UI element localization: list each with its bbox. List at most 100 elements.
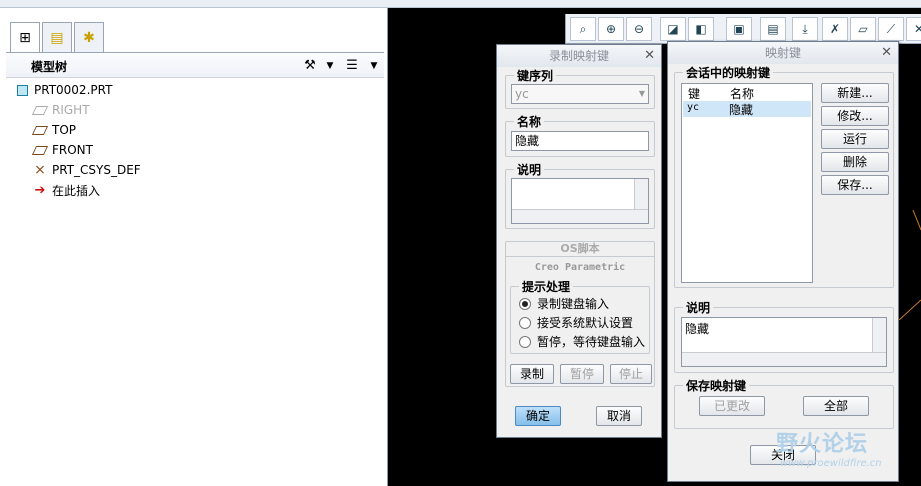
tree-item-label: 在此插入 <box>52 183 101 198</box>
name-group: 名称 隐藏 <box>505 113 655 157</box>
delete-button[interactable]: 删除 <box>821 152 889 172</box>
tree-item-front-plane[interactable]: FRONT <box>31 140 93 160</box>
dialog-title: 映射键 <box>668 42 898 64</box>
save-mapkeys-group: 保存映射键 已更改 全部 <box>674 377 894 429</box>
settings-icon[interactable]: ⚒ <box>300 56 320 76</box>
record-button[interactable]: 录制 <box>510 364 554 384</box>
new-button[interactable]: 新建... <box>821 83 889 103</box>
radio-dot <box>519 316 531 329</box>
save-mapkeys-label: 保存映射键 <box>683 377 750 394</box>
datum-display-icon[interactable]: ⤓ <box>792 17 818 41</box>
prompt-handling-group: 提示处理 录制键盘输入 接受系统默认设置 暂停，等待键盘输入 <box>510 278 650 354</box>
column-header-key[interactable]: 键 <box>688 85 700 102</box>
model-tree-icon: ⊞ <box>19 30 31 46</box>
name-input[interactable]: 隐藏 <box>511 131 649 151</box>
close-icon[interactable]: ✕ <box>644 48 655 63</box>
tree-item-part[interactable]: PRT0002.PRT <box>14 80 112 100</box>
save-changed-button[interactable]: 已更改 <box>699 396 765 416</box>
refit-icon[interactable]: ⌕ <box>570 17 596 41</box>
chevron-down-icon[interactable]: ▼ <box>364 56 384 76</box>
dialog-title: 录制映射键 <box>497 45 661 67</box>
graphics-toolbar: ⌕ ⊕ ⊖ ◪ ◧ ▣ ▤ ⤓ ✗ ▱ ⟋ ✕ <box>565 14 921 44</box>
favorites-tab[interactable]: ✱ <box>74 22 104 52</box>
tree-item-label: RIGHT <box>52 103 90 117</box>
horizontal-scrollbar[interactable] <box>682 352 886 366</box>
favorites-icon: ✱ <box>83 29 95 46</box>
folders-icon: ▤ <box>50 29 64 46</box>
radio-dot <box>519 335 531 348</box>
model-tree-header: 模型树 ⚒ ▼ ☰ ▼ <box>6 52 384 78</box>
column-header-name[interactable]: 名称 <box>730 85 754 102</box>
tree-item-label: PRT0002.PRT <box>34 83 113 97</box>
key-sequence-value: yc <box>515 87 529 101</box>
folder-browser-tab[interactable]: ▤ <box>42 22 72 52</box>
named-view-icon[interactable]: ▣ <box>726 17 752 41</box>
radio-label: 暂停，等待键盘输入 <box>537 335 646 349</box>
watermark-logo: 野火论坛 <box>776 432 869 457</box>
key-sequence-label: 键序列 <box>514 67 557 84</box>
modify-button[interactable]: 修改... <box>821 106 889 126</box>
key-sequence-group: 键序列 yc ▼ <box>505 67 655 109</box>
description-textarea[interactable]: 隐藏 <box>681 317 887 367</box>
tree-item-insert-here[interactable]: ➔ 在此插入 <box>32 180 100 200</box>
chevron-down-icon[interactable]: ▼ <box>320 56 340 76</box>
show-list-icon[interactable]: ☰ <box>342 56 362 76</box>
tree-item-label: PRT_CSYS_DEF <box>52 163 141 177</box>
watermark-url: www.proewildfire.cn <box>780 458 882 469</box>
ribbon-tab-strip <box>0 0 921 8</box>
zoom-out-icon[interactable]: ⊖ <box>626 17 652 41</box>
save-all-button[interactable]: 全部 <box>803 396 869 416</box>
horizontal-scrollbar[interactable] <box>512 209 648 223</box>
name-label: 名称 <box>514 113 545 130</box>
datum-plane-icon <box>31 123 49 137</box>
chevron-down-icon: ▼ <box>638 89 645 98</box>
model-tree-tab[interactable]: ⊞ <box>10 22 40 53</box>
mapkeys-dialog: 映射键 ✕ 会话中的映射键 键 名称 yc 隐藏 新建... 修改... 运行 … <box>667 41 899 482</box>
shading-icon[interactable]: ◧ <box>688 17 714 41</box>
record-mapkey-dialog: 录制映射键 ✕ 键序列 yc ▼ 名称 隐藏 说明 OS脚本 Creo Para… <box>496 44 662 438</box>
os-script-tab[interactable]: OS脚本 <box>506 241 654 257</box>
vertical-scrollbar[interactable] <box>872 318 886 353</box>
stop-button[interactable]: 停止 <box>610 364 652 384</box>
point-display-icon[interactable]: ✕ <box>906 17 921 41</box>
radio-pause-for-input[interactable]: 暂停，等待键盘输入 <box>519 333 645 350</box>
cancel-button[interactable]: 取消 <box>596 406 642 426</box>
key-sequence-input[interactable]: yc ▼ <box>511 84 649 104</box>
model-tree-title: 模型树 <box>31 60 68 74</box>
insert-here-arrow-icon: ➔ <box>34 182 46 198</box>
tree-item-right-plane[interactable]: RIGHT <box>31 100 90 120</box>
zoom-in-icon[interactable]: ⊕ <box>598 17 624 41</box>
save-button[interactable]: 保存... <box>821 175 889 195</box>
table-row[interactable]: yc 隐藏 <box>683 101 811 117</box>
session-mapkeys-group: 会话中的映射键 键 名称 yc 隐藏 新建... 修改... 运行 删除 保存.… <box>674 64 894 288</box>
radio-label: 录制键盘输入 <box>537 297 610 311</box>
radio-accept-defaults[interactable]: 接受系统默认设置 <box>519 314 633 331</box>
repaint-icon[interactable]: ◪ <box>660 17 686 41</box>
os-script-group: OS脚本 Creo Parametric 提示处理 录制键盘输入 接受系统默认设… <box>505 241 655 387</box>
vertical-scrollbar[interactable] <box>634 179 648 210</box>
row-name: 隐藏 <box>729 103 754 117</box>
description-group: 说明 隐藏 <box>674 299 894 373</box>
pause-button[interactable]: 暂停 <box>560 364 604 384</box>
datum-plane-icon <box>31 143 49 157</box>
csys-display-icon[interactable]: ✗ <box>822 17 848 41</box>
plane-display-icon[interactable]: ▱ <box>850 17 876 41</box>
session-mapkeys-label: 会话中的映射键 <box>683 64 774 81</box>
name-value: 隐藏 <box>515 134 540 148</box>
coordinate-system-icon: ⨯ <box>34 162 46 178</box>
creo-tab[interactable]: Creo Parametric <box>506 262 654 273</box>
datum-plane-icon <box>31 103 49 117</box>
run-button[interactable]: 运行 <box>821 129 889 149</box>
view-manager-icon[interactable]: ▤ <box>760 17 786 41</box>
close-icon[interactable]: ✕ <box>881 45 892 60</box>
axis-display-icon[interactable]: ⟋ <box>878 17 904 41</box>
radio-record-keyboard[interactable]: 录制键盘输入 <box>519 295 609 312</box>
tree-item-top-plane[interactable]: TOP <box>31 120 76 140</box>
tree-item-label: FRONT <box>52 143 93 157</box>
ok-button[interactable]: 确定 <box>515 406 561 426</box>
mapkey-list[interactable]: 键 名称 yc 隐藏 <box>681 83 813 283</box>
tree-item-csys[interactable]: ⨯ PRT_CSYS_DEF <box>32 160 141 180</box>
radio-dot <box>519 297 531 310</box>
description-textarea[interactable] <box>511 178 649 224</box>
description-label: 说明 <box>514 161 545 178</box>
